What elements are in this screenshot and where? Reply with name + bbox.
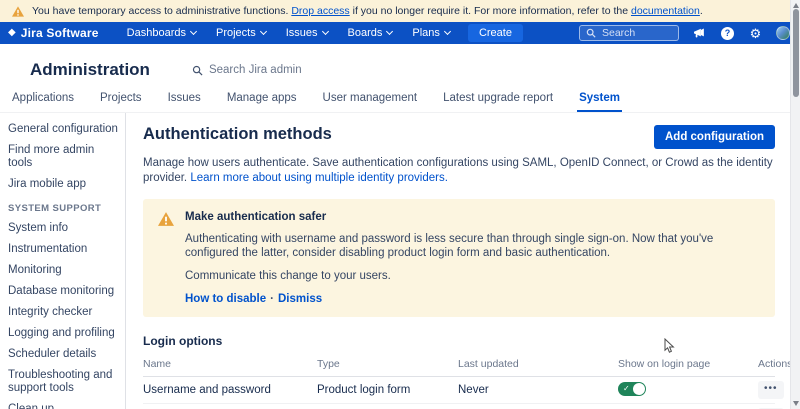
search-icon	[586, 28, 596, 38]
content-header: Authentication methods Add configuration	[143, 125, 775, 149]
toggle-knob	[633, 383, 645, 395]
warning-line-1: Authenticating with username and passwor…	[185, 232, 761, 260]
tab-user-management[interactable]: User management	[321, 90, 420, 112]
dismiss-link[interactable]: Dismiss	[278, 293, 322, 305]
warning-line-2: Communicate this change to your users.	[185, 269, 761, 283]
scrollbar-down-arrow-icon[interactable]	[793, 401, 799, 406]
vertical-scrollbar[interactable]	[790, 0, 800, 409]
col-type: Type	[317, 358, 458, 370]
jira-logo[interactable]: ◆ Jira Software	[8, 26, 99, 40]
sidebar-item-general-configuration[interactable]: General configuration	[8, 123, 119, 136]
row-actions-cell: •••	[758, 381, 784, 399]
jira-admin-page: You have temporary access to administrat…	[0, 0, 800, 409]
primary-nav: Dashboards Projects Issues Boards Plans	[127, 27, 450, 39]
auth-description: Manage how users authenticate. Save auth…	[143, 156, 775, 186]
make-auth-safer-warning: Make authentication safer Authenticating…	[143, 199, 775, 317]
tab-projects[interactable]: Projects	[98, 90, 144, 112]
admin-body: General configuration Find more admin to…	[0, 113, 800, 409]
tab-manage-apps[interactable]: Manage apps	[225, 90, 299, 112]
global-search-input[interactable]: Search	[579, 25, 679, 41]
temporary-access-banner: You have temporary access to administrat…	[0, 0, 800, 22]
warning-icon	[158, 212, 174, 231]
admin-tabs: Applications Projects Issues Manage apps…	[0, 90, 800, 113]
banner-text-1: You have temporary access to administrat…	[32, 5, 291, 17]
banner-text: You have temporary access to administrat…	[32, 5, 703, 17]
jira-diamond-icon: ◆	[8, 28, 16, 38]
sidebar-section-system-support: SYSTEM SUPPORT	[8, 203, 119, 214]
announcements-icon[interactable]	[692, 26, 707, 41]
login-options-table: Name Type Last updated Show on login pag…	[143, 358, 775, 409]
nav-projects[interactable]: Projects	[216, 27, 266, 39]
how-to-disable-link[interactable]: How to disable	[185, 293, 266, 305]
sidebar-item-system-info[interactable]: System info	[8, 222, 119, 235]
sidebar-item-troubleshooting[interactable]: Troubleshooting and support tools	[8, 369, 119, 395]
system-sidebar: General configuration Find more admin to…	[0, 113, 126, 409]
app-navbar: ◆ Jira Software Dashboards Projects Issu…	[0, 22, 800, 44]
documentation-link[interactable]: documentation	[631, 5, 700, 17]
brand-name: Jira Software	[21, 26, 99, 40]
row-actions-button[interactable]: •••	[758, 381, 784, 399]
chevron-down-icon	[260, 28, 267, 35]
drop-access-link[interactable]: Drop access	[291, 5, 349, 17]
nav-boards[interactable]: Boards	[348, 27, 393, 39]
check-icon: ✓	[623, 383, 630, 395]
row-name: Username and password	[143, 384, 317, 396]
sidebar-item-database-monitoring[interactable]: Database monitoring	[8, 285, 119, 298]
nav-plans[interactable]: Plans	[412, 27, 450, 39]
col-name: Name	[143, 358, 317, 370]
warning-title: Make authentication safer	[185, 211, 761, 223]
banner-text-2: if you no longer require it. For more in…	[350, 5, 631, 17]
col-last-updated: Last updated	[458, 358, 618, 370]
row-toggle-cell: ✓	[618, 382, 758, 399]
table-row: casdoor OpenID Connect 26 April 2023 7:2…	[143, 404, 775, 409]
search-placeholder: Search	[602, 27, 635, 39]
col-show-on-login-page: Show on login page	[618, 358, 758, 370]
page-title: Administration	[30, 60, 150, 80]
table-header-row: Name Type Last updated Show on login pag…	[143, 358, 775, 377]
admin-header: Administration Search Jira admin	[0, 44, 800, 90]
sidebar-item-integrity-checker[interactable]: Integrity checker	[8, 306, 119, 319]
chevron-down-icon	[444, 28, 451, 35]
main-content: Authentication methods Add configuration…	[126, 113, 800, 409]
nav-dashboards[interactable]: Dashboards	[127, 27, 196, 39]
sidebar-item-scheduler-details[interactable]: Scheduler details	[8, 348, 119, 361]
sidebar-item-find-more-admin-tools[interactable]: Find more admin tools	[8, 144, 119, 170]
tab-latest-upgrade-report[interactable]: Latest upgrade report	[441, 90, 555, 112]
row-type: Product login form	[317, 384, 458, 396]
navbar-right: Search ? ⚙	[579, 25, 790, 41]
scrollbar-thumb[interactable]	[793, 9, 799, 97]
admin-search-input[interactable]: Search Jira admin	[192, 64, 302, 76]
tab-applications[interactable]: Applications	[10, 90, 76, 112]
warning-links: How to disable·Dismiss	[185, 293, 761, 305]
col-actions: Actions	[758, 358, 792, 370]
row-last-updated: Never	[458, 384, 618, 396]
scrollbar-up-arrow-icon[interactable]	[793, 3, 799, 8]
add-configuration-button[interactable]: Add configuration	[654, 125, 775, 149]
sidebar-item-monitoring[interactable]: Monitoring	[8, 264, 119, 277]
admin-search-placeholder: Search Jira admin	[209, 64, 302, 76]
sidebar-item-logging-and-profiling[interactable]: Logging and profiling	[8, 327, 119, 340]
chevron-down-icon	[190, 28, 197, 35]
sidebar-item-instrumentation[interactable]: Instrumentation	[8, 243, 119, 256]
table-row: Username and password Product login form…	[143, 377, 775, 404]
chevron-down-icon	[322, 28, 329, 35]
show-on-login-toggle[interactable]: ✓	[618, 382, 646, 396]
warning-icon	[12, 6, 24, 17]
banner-text-3: .	[700, 5, 703, 17]
learn-more-link[interactable]: Learn more about using multiple identity…	[190, 172, 448, 184]
tab-system[interactable]: System	[577, 90, 622, 112]
chevron-down-icon	[386, 28, 393, 35]
create-button[interactable]: Create	[468, 24, 523, 42]
login-options-title: Login options	[143, 334, 775, 348]
settings-gear-icon[interactable]: ⚙	[748, 26, 763, 41]
section-title-authentication-methods: Authentication methods	[143, 125, 332, 144]
sidebar-item-clean-up[interactable]: Clean up	[8, 403, 119, 409]
sidebar-item-jira-mobile-app[interactable]: Jira mobile app	[8, 178, 119, 191]
help-icon[interactable]: ?	[720, 26, 735, 41]
user-avatar[interactable]	[776, 26, 790, 40]
search-icon	[192, 65, 203, 76]
nav-issues[interactable]: Issues	[286, 27, 328, 39]
tab-issues[interactable]: Issues	[166, 90, 203, 112]
